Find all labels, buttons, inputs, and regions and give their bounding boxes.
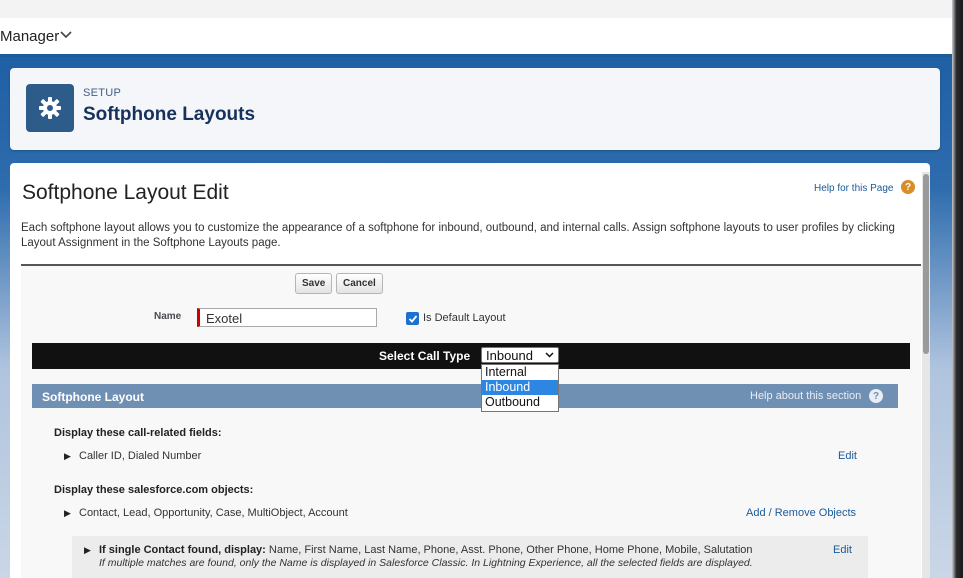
- chevron-down-icon: [545, 348, 554, 364]
- add-remove-objects-link[interactable]: Add / Remove Objects: [746, 507, 856, 519]
- page-description: Each softphone layout allows you to cust…: [21, 222, 895, 249]
- help-icon[interactable]: ?: [901, 180, 915, 194]
- browser-top-strip: [0, 0, 952, 19]
- call-type-bar: [32, 343, 910, 369]
- call-type-select[interactable]: Inbound: [481, 347, 559, 363]
- setup-eyebrow: SETUP: [83, 87, 122, 99]
- help-for-page-link[interactable]: Help for this Page: [814, 183, 894, 194]
- contact-multiple-note: If multiple matches are found, only the …: [99, 557, 753, 569]
- contact-display-label: If single Contact found, display:: [99, 544, 266, 556]
- option-internal[interactable]: Internal: [482, 365, 558, 380]
- contact-edit-link[interactable]: Edit: [833, 544, 852, 556]
- page-title: Softphone Layout Edit: [22, 181, 229, 204]
- setup-header: SETUP Softphone Layouts: [10, 68, 940, 150]
- chevron-down-icon[interactable]: [60, 27, 72, 42]
- section-help-link[interactable]: Help about this section: [750, 390, 861, 402]
- edit-content-panel: Softphone Layout Edit Help for this Page…: [10, 163, 930, 578]
- help-icon[interactable]: ?: [869, 389, 883, 403]
- screen-edge: [952, 0, 963, 578]
- option-inbound[interactable]: Inbound: [482, 380, 558, 395]
- option-outbound[interactable]: Outbound: [482, 395, 558, 410]
- expand-triangle-icon[interactable]: ▶: [84, 545, 91, 556]
- section-title: Softphone Layout: [42, 390, 144, 404]
- expand-triangle-icon[interactable]: ▶: [64, 451, 71, 462]
- objects-value: Contact, Lead, Opportunity, Case, MultiO…: [79, 507, 348, 519]
- call-type-selected-value: Inbound: [486, 348, 533, 363]
- save-button[interactable]: Save: [295, 273, 333, 294]
- contact-display-line: If single Contact found, display: Name, …: [99, 544, 753, 556]
- page-header-title: Softphone Layouts: [83, 104, 256, 125]
- expand-triangle-icon[interactable]: ▶: [64, 508, 71, 519]
- contact-display-fields: Name, First Name, Last Name, Phone, Asst…: [268, 544, 753, 556]
- is-default-checkbox[interactable]: [406, 312, 419, 325]
- call-fields-heading: Display these call-related fields:: [54, 427, 222, 439]
- name-label: Name: [154, 311, 182, 322]
- app-name[interactable]: Manager: [0, 28, 59, 45]
- is-default-label[interactable]: Is Default Layout: [423, 312, 506, 324]
- name-input[interactable]: Exotel: [197, 308, 377, 327]
- app-nav-bar: Manager: [0, 18, 952, 57]
- gear-icon: [26, 84, 74, 132]
- scrollbar-thumb[interactable]: [923, 174, 929, 354]
- call-fields-value: Caller ID, Dialed Number: [79, 450, 202, 462]
- call-fields-edit-link[interactable]: Edit: [838, 450, 857, 462]
- objects-heading: Display these salesforce.com objects:: [54, 484, 254, 496]
- call-type-label: Select Call Type: [379, 349, 471, 363]
- cancel-button[interactable]: Cancel: [336, 273, 383, 294]
- scrollbar[interactable]: [922, 172, 930, 578]
- call-type-dropdown: Internal Inbound Outbound: [481, 364, 559, 412]
